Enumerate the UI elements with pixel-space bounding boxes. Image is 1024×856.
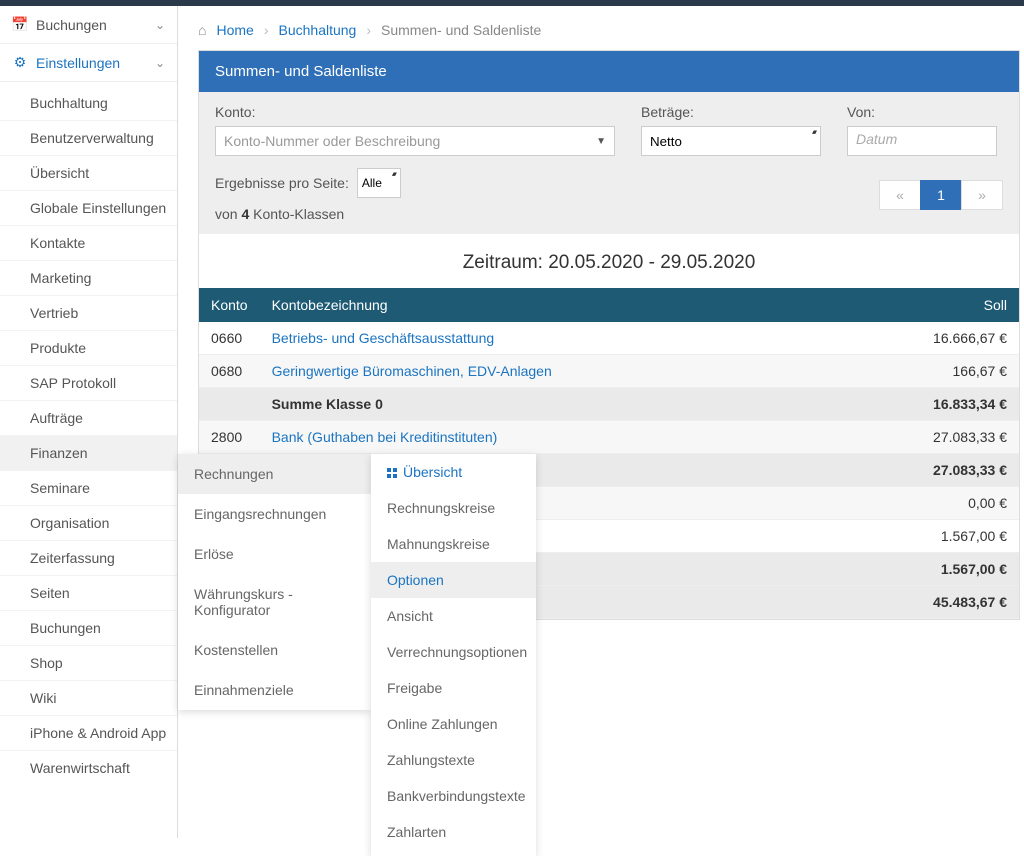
flyout-item-optionen[interactable]: Optionen (371, 562, 536, 598)
sidebar-item-buchungen[interactable]: Buchungen (0, 610, 177, 645)
crumb-sep-icon: › (264, 22, 269, 38)
flyout-item-einnahmenziele[interactable]: Einnahmenziele (178, 670, 371, 710)
crumb-sep-icon: › (366, 22, 371, 38)
flyout-item--bersicht[interactable]: Übersicht (371, 454, 536, 490)
konto-label: Konto: (215, 104, 615, 120)
panel-filter: Konto: Konto-Nummer oder Beschreibung ▼ … (199, 92, 1019, 234)
sidebar-item-wiki[interactable]: Wiki (0, 680, 177, 715)
rpp-label: Ergebnisse pro Seite: (215, 175, 349, 191)
flyout-item-verrechnungsoptionen[interactable]: Verrechnungsoptionen (371, 634, 536, 670)
chevron-down-icon: ⌄ (155, 18, 165, 32)
crumb-buchhaltung[interactable]: Buchhaltung (279, 22, 357, 38)
sidebar-item-finanzen[interactable]: Finanzen (0, 435, 177, 470)
col-konto[interactable]: Konto (199, 288, 260, 322)
table-row: 0660Betriebs- und Geschäftsausstattung16… (199, 322, 1019, 355)
flyout-item-online-zahlungen[interactable]: Online Zahlungen (371, 706, 536, 742)
betraege-select[interactable]: Netto (641, 126, 821, 156)
crumb-home[interactable]: Home (216, 22, 253, 38)
crumb-current: Summen- und Saldenliste (381, 22, 541, 38)
chevron-down-icon: ⌄ (155, 56, 165, 70)
table-row: 0680Geringwertige Büromaschinen, EDV-Anl… (199, 355, 1019, 388)
flyout-item-bankverbindungstexte[interactable]: Bankverbindungstexte (371, 778, 536, 814)
period-label: Zeitraum: 20.05.2020 - 29.05.2020 (199, 234, 1019, 288)
flyout-item-zahlungstexte[interactable]: Zahlungstexte (371, 742, 536, 778)
grid-icon (387, 468, 397, 478)
pager-next[interactable]: » (961, 180, 1003, 210)
konto-link[interactable]: Geringwertige Büromaschinen, EDV-Anlagen (272, 363, 552, 379)
sidebar-item-benutzerverwaltung[interactable]: Benutzerverwaltung (0, 120, 177, 155)
sidebar: 📅 Buchungen ⌄ ⚙ Einstellungen ⌄ Buchhalt… (0, 6, 178, 838)
sidebar-item-kontakte[interactable]: Kontakte (0, 225, 177, 260)
sidebar-item-marketing[interactable]: Marketing (0, 260, 177, 295)
flyout-item-kostenstellen[interactable]: Kostenstellen (178, 630, 371, 670)
table-row: 2800Bank (Guthaben bei Kreditinstituten)… (199, 421, 1019, 454)
sidebar-item-sap-protokoll[interactable]: SAP Protokoll (0, 365, 177, 400)
flyout-rechnungen: ÜbersichtRechnungskreiseMahnungskreiseOp… (371, 454, 536, 856)
von-date-input[interactable]: Datum (847, 126, 997, 156)
von-label: Von: (847, 104, 997, 120)
table-row: Summe Klasse 016.833,34 € (199, 388, 1019, 421)
sidebar-item-buchhaltung[interactable]: Buchhaltung (0, 86, 177, 120)
sidebar-item-seminare[interactable]: Seminare (0, 470, 177, 505)
pager-current[interactable]: 1 (920, 180, 962, 210)
sidebar-item-organisation[interactable]: Organisation (0, 505, 177, 540)
sidebar-item-warenwirtschaft[interactable]: Warenwirtschaft (0, 750, 177, 785)
chevron-down-icon: ▼ (596, 136, 606, 147)
sidebar-item-vertrieb[interactable]: Vertrieb (0, 295, 177, 330)
sidebar-item-shop[interactable]: Shop (0, 645, 177, 680)
col-soll[interactable]: Soll (869, 288, 1019, 322)
sidebar-item--bersicht[interactable]: Übersicht (0, 155, 177, 190)
pager: « 1 » (880, 180, 1003, 210)
sidebar-item-auftr-ge[interactable]: Aufträge (0, 400, 177, 435)
breadcrumb: ⌂ Home › Buchhaltung › Summen- und Salde… (198, 16, 1024, 50)
flyout-item-erl-se[interactable]: Erlöse (178, 534, 371, 574)
panel-title: Summen- und Saldenliste (199, 51, 1019, 92)
calendar-icon: 📅 (12, 16, 28, 33)
flyout-item-rechnungen[interactable]: Rechnungen (178, 454, 371, 494)
pager-prev[interactable]: « (879, 180, 921, 210)
sidebar-section-buchungen[interactable]: 📅 Buchungen ⌄ (0, 6, 177, 44)
flyout-item-rechnungskreise[interactable]: Rechnungskreise (371, 490, 536, 526)
flyout-item-w-hrungskurs-konfigurator[interactable]: Währungskurs - Konfigurator (178, 574, 371, 630)
flyout-item-ansicht[interactable]: Ansicht (371, 598, 536, 634)
col-name[interactable]: Kontobezeichnung (260, 288, 869, 322)
sidebar-item-zeiterfassung[interactable]: Zeiterfassung (0, 540, 177, 575)
betraege-label: Beträge: (641, 104, 821, 120)
sidebar-item-iphone-android-app[interactable]: iPhone & Android App (0, 715, 177, 750)
flyout-item-mahnungskreise[interactable]: Mahnungskreise (371, 526, 536, 562)
sidebar-section-label: Buchungen (36, 17, 107, 33)
konto-link[interactable]: Bank (Guthaben bei Kreditinstituten) (272, 429, 498, 445)
konto-link[interactable]: Betriebs- und Geschäftsausstattung (272, 330, 495, 346)
main-content: ⌂ Home › Buchhaltung › Summen- und Salde… (178, 6, 1024, 838)
konto-combo[interactable]: Konto-Nummer oder Beschreibung ▼ (215, 126, 615, 156)
flyout-item-zahlarten[interactable]: Zahlarten (371, 814, 536, 850)
rpp-select[interactable]: Alle (357, 168, 401, 198)
flyout-finanzen: RechnungenEingangsrechnungenErlöseWährun… (178, 454, 371, 710)
home-icon: ⌂ (198, 22, 206, 38)
gear-icon: ⚙ (12, 54, 28, 71)
results-count: von 4 Konto-Klassen (215, 206, 401, 222)
flyout-item-eingangsrechnungen[interactable]: Eingangsrechnungen (178, 494, 371, 534)
sidebar-section-einstellungen[interactable]: ⚙ Einstellungen ⌄ (0, 44, 177, 82)
flyout-item-freigabe[interactable]: Freigabe (371, 670, 536, 706)
konto-placeholder: Konto-Nummer oder Beschreibung (224, 133, 440, 149)
sidebar-item-seiten[interactable]: Seiten (0, 575, 177, 610)
sidebar-section-label: Einstellungen (36, 55, 120, 71)
sidebar-item-globale-einstellungen[interactable]: Globale Einstellungen (0, 190, 177, 225)
sidebar-item-produkte[interactable]: Produkte (0, 330, 177, 365)
